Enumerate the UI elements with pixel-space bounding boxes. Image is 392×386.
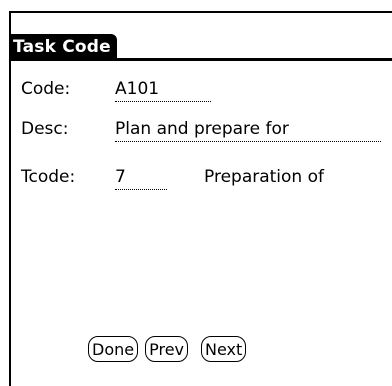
code-field[interactable]: A101 (115, 78, 211, 102)
palm-screen-frame (9, 11, 392, 386)
done-button[interactable]: Done (88, 336, 139, 362)
tcode-field[interactable]: 7 (115, 166, 167, 190)
code-label: Code: (21, 79, 71, 99)
next-button[interactable]: Next (201, 336, 247, 362)
form-title: Task Code (9, 34, 117, 60)
tcode-description: Preparation of (204, 167, 324, 187)
desc-field[interactable]: Plan and prepare for (115, 118, 381, 142)
desc-label: Desc: (21, 119, 69, 139)
title-underline (9, 58, 392, 61)
tcode-label: Tcode: (21, 167, 76, 187)
button-bar: Done Prev Next (88, 336, 247, 362)
prev-button[interactable]: Prev (145, 336, 188, 362)
form-title-bar: Task Code (9, 34, 117, 60)
